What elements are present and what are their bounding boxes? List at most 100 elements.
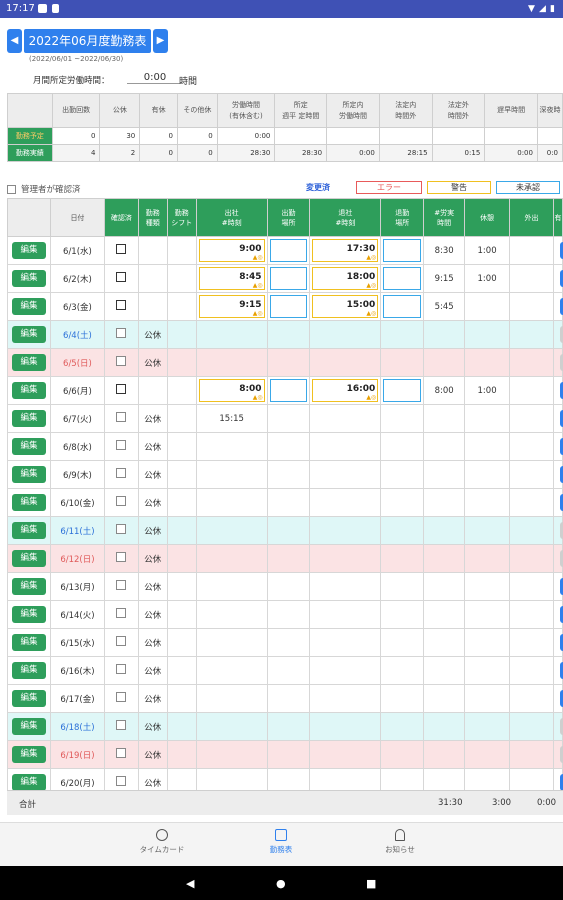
confirmed-checkbox[interactable] bbox=[116, 608, 127, 618]
in-place-input[interactable] bbox=[269, 267, 308, 290]
type-cell: 公休 bbox=[137, 628, 168, 657]
edit-button[interactable]: 編集 bbox=[11, 438, 46, 455]
confirmed-checkbox[interactable] bbox=[116, 776, 127, 786]
clock-out-input[interactable]: 15:00 ▲◎ bbox=[312, 295, 379, 318]
edit-button[interactable]: 編集 bbox=[11, 354, 46, 371]
edit-button[interactable]: 編集 bbox=[11, 662, 46, 679]
clock-in-cell bbox=[195, 544, 268, 573]
out-place-input[interactable] bbox=[383, 239, 422, 262]
edit-button[interactable]: 編集 bbox=[11, 326, 46, 343]
confirmed-checkbox[interactable] bbox=[116, 328, 127, 338]
out-place-input[interactable] bbox=[383, 295, 422, 318]
tab-notices[interactable]: お知らせ bbox=[355, 829, 445, 855]
clock-out-input[interactable]: 18:00 ▲◎ bbox=[312, 267, 379, 290]
tab-timecard[interactable]: タイムカード bbox=[117, 829, 207, 855]
type-cell: 公休 bbox=[137, 572, 168, 601]
outing-cell bbox=[509, 292, 554, 321]
summary-header: 有休 bbox=[139, 93, 178, 128]
confirmed-checkbox[interactable] bbox=[116, 692, 127, 702]
type-cell: 公休 bbox=[137, 684, 168, 713]
confirmed-checkbox[interactable] bbox=[116, 580, 127, 590]
home-icon[interactable]: ● bbox=[276, 877, 286, 890]
confirmed-checkbox[interactable] bbox=[116, 384, 127, 394]
in-place-input[interactable] bbox=[269, 239, 308, 262]
work-time-cell bbox=[423, 656, 466, 685]
date-cell: 6/7(火) bbox=[49, 404, 105, 433]
edit-button[interactable]: 編集 bbox=[11, 270, 46, 287]
sim-card-icon bbox=[52, 4, 59, 13]
next-month-button[interactable]: ▶ bbox=[153, 29, 168, 53]
edit-button[interactable]: 編集 bbox=[11, 298, 46, 315]
edit-button[interactable]: 編集 bbox=[11, 494, 46, 511]
edit-button[interactable]: 編集 bbox=[11, 382, 46, 399]
edit-button[interactable]: 編集 bbox=[11, 774, 46, 791]
outing-cell bbox=[509, 572, 554, 601]
confirmed-checkbox[interactable] bbox=[116, 496, 127, 506]
edit-button[interactable]: 編集 bbox=[11, 690, 46, 707]
break-cell bbox=[464, 432, 511, 461]
confirmed-checkbox[interactable] bbox=[116, 440, 127, 450]
confirmed-checkbox[interactable] bbox=[116, 748, 127, 758]
summary-row-plan: 勤務予定 0 30 0 0 0:00 bbox=[7, 127, 563, 145]
clock-in-input[interactable]: 9:15 ▲◎ bbox=[198, 295, 265, 318]
edit-button[interactable]: 編集 bbox=[11, 746, 46, 763]
confirmed-checkbox[interactable] bbox=[116, 468, 127, 478]
confirmed-checkbox[interactable] bbox=[116, 552, 127, 562]
clock-out-input[interactable]: 16:00 ▲◎ bbox=[312, 379, 379, 402]
manager-approved-toggle[interactable]: 管理者が確認済 bbox=[7, 183, 81, 195]
extra-cell bbox=[552, 600, 563, 629]
type-cell: 公休 bbox=[137, 488, 168, 517]
edit-button[interactable]: 編集 bbox=[11, 718, 46, 735]
confirmed-checkbox[interactable] bbox=[116, 720, 127, 730]
summary-cell: 28:30 bbox=[216, 144, 276, 162]
out-place-input[interactable] bbox=[383, 379, 422, 402]
outing-cell bbox=[509, 348, 554, 377]
tab-work-schedule[interactable]: 勤務表 bbox=[236, 829, 326, 855]
edit-button[interactable]: 編集 bbox=[11, 634, 46, 651]
approved-checkbox[interactable] bbox=[7, 185, 16, 194]
clock-out-input[interactable]: 17:30 ▲◎ bbox=[312, 239, 379, 262]
edit-button[interactable]: 編集 bbox=[11, 578, 46, 595]
type-cell: 公休 bbox=[137, 320, 168, 349]
edit-button[interactable]: 編集 bbox=[11, 606, 46, 623]
edit-button[interactable]: 編集 bbox=[11, 242, 46, 259]
back-icon[interactable]: ◀ bbox=[186, 877, 194, 890]
date-cell: 6/14(火) bbox=[49, 600, 105, 629]
confirmed-checkbox[interactable] bbox=[116, 244, 127, 254]
confirmed-checkbox[interactable] bbox=[116, 272, 127, 282]
out-place-input[interactable] bbox=[383, 267, 422, 290]
work-time-cell bbox=[423, 572, 466, 601]
clock-in-input[interactable]: 8:00 ▲◎ bbox=[198, 379, 265, 402]
confirmed-cell bbox=[103, 488, 139, 517]
work-time-cell bbox=[423, 432, 466, 461]
in-place-input[interactable] bbox=[269, 295, 308, 318]
confirmed-checkbox[interactable] bbox=[116, 412, 127, 422]
clock-in-input[interactable]: 8:45 ▲◎ bbox=[198, 267, 265, 290]
confirmed-checkbox[interactable] bbox=[116, 524, 127, 534]
table-row: 編集 6/8(水) 公休 bbox=[7, 432, 563, 461]
edit-button[interactable]: 編集 bbox=[11, 466, 46, 483]
monthly-hours-input[interactable]: 0:00 bbox=[127, 72, 183, 84]
confirmed-cell bbox=[103, 376, 139, 405]
confirmed-checkbox[interactable] bbox=[116, 636, 127, 646]
clock-out-cell bbox=[309, 320, 382, 349]
in-place-input[interactable] bbox=[269, 379, 308, 402]
clock-in-cell bbox=[195, 740, 268, 769]
clock-in-input[interactable]: 9:00 ▲◎ bbox=[198, 239, 265, 262]
outing-cell bbox=[509, 684, 554, 713]
extra-cell bbox=[552, 292, 563, 321]
clock-in-cell bbox=[195, 684, 268, 713]
out-place-cell bbox=[380, 572, 425, 601]
edit-button[interactable]: 編集 bbox=[11, 410, 46, 427]
edit-button[interactable]: 編集 bbox=[11, 522, 46, 539]
confirmed-checkbox[interactable] bbox=[116, 664, 127, 674]
edit-button[interactable]: 編集 bbox=[11, 550, 46, 567]
confirmed-cell bbox=[103, 348, 139, 377]
clock-in-cell bbox=[195, 320, 268, 349]
out-place-cell bbox=[380, 656, 425, 685]
confirmed-checkbox[interactable] bbox=[116, 356, 127, 366]
prev-month-button[interactable]: ◀ bbox=[7, 29, 22, 53]
recents-icon[interactable]: ■ bbox=[366, 877, 376, 890]
confirmed-checkbox[interactable] bbox=[116, 300, 127, 310]
date-cell: 6/11(土) bbox=[49, 516, 105, 545]
